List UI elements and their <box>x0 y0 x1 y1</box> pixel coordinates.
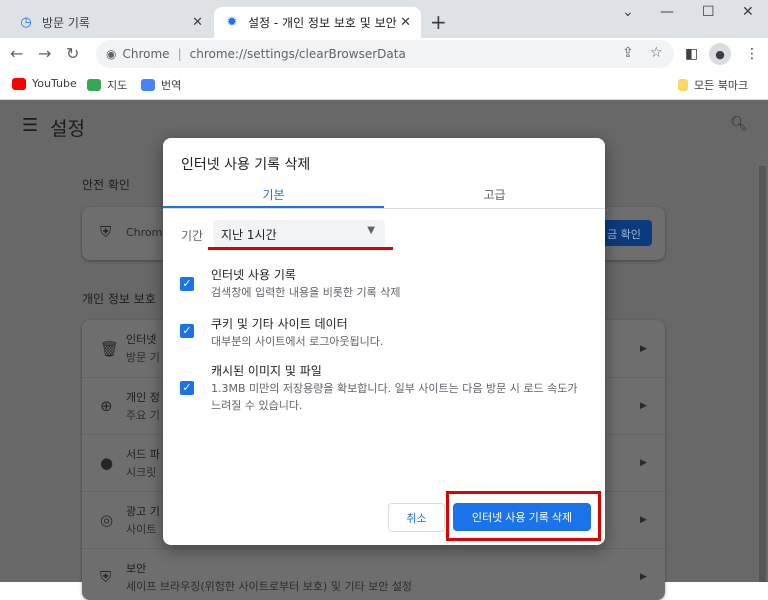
gear-icon: ✹ <box>226 15 238 30</box>
all-bookmarks[interactable]: 모든 북마크 <box>678 77 748 93</box>
shield-check-icon: ⛨ <box>100 223 112 241</box>
tab-label: 설정 - 개인 정보 보호 및 보안 <box>248 16 397 30</box>
bookmark-label: YouTube <box>32 77 77 90</box>
row-title: 광고 기 <box>126 505 160 518</box>
option-subtitle: 대부분의 사이트에서 로그아웃됩니다. <box>211 335 384 348</box>
tab-advanced[interactable]: 고급 <box>384 178 605 208</box>
compass-icon: ⊕ <box>100 397 113 415</box>
ad-privacy-icon: ◎ <box>100 511 114 529</box>
row-subtitle: 시크릿 <box>126 466 157 479</box>
bookmark-maps[interactable]: 지도 <box>87 77 127 93</box>
arrow-right-icon: ▶ <box>640 515 647 525</box>
time-range-value: 지난 1시간 <box>221 228 277 242</box>
arrow-right-icon: ▶ <box>640 401 647 411</box>
chrome-icon: ◉ <box>106 47 117 61</box>
youtube-icon <box>12 77 26 90</box>
time-range-select[interactable]: 지난 1시간 ▼ <box>213 220 385 247</box>
address-bar[interactable]: ◉ Chrome | chrome://settings/clearBrowse… <box>96 40 674 68</box>
bookmarks-bar: YouTube 지도 번역 모든 북마크 <box>0 70 768 100</box>
arrow-right-icon: ▶ <box>640 343 647 354</box>
row-title: 보안 <box>126 562 147 575</box>
tab-basic[interactable]: 기본 <box>163 178 384 208</box>
checkbox-history[interactable]: ✓ <box>180 277 194 291</box>
arrow-right-icon: ▶ <box>640 458 647 468</box>
tab-label: 방문 기록 <box>42 16 90 30</box>
trash-icon: 🗑︎ <box>100 339 120 358</box>
option-title: 캐시된 이미지 및 파일 <box>211 364 322 378</box>
section-title: 개인 정보 보호 <box>82 292 156 306</box>
bookmark-label: 지도 <box>107 79 128 92</box>
back-button[interactable]: ← <box>10 44 23 63</box>
bookmark-label: 모든 북마크 <box>694 79 749 92</box>
checkbox-cache[interactable]: ✓ <box>180 381 194 395</box>
page-title: 설정 <box>50 118 85 140</box>
hamburger-menu-icon[interactable]: ☰ <box>22 115 38 136</box>
section-title: 안전 확인 <box>82 178 130 192</box>
search-icon[interactable]: 🔍︎ <box>730 116 748 132</box>
period-label: 기간 <box>181 229 204 243</box>
tab-search-icon[interactable]: ⌄ <box>622 4 634 20</box>
checkbox-cookies[interactable]: ✓ <box>180 324 194 338</box>
menu-icon[interactable]: ⋮ <box>745 46 759 62</box>
site-label: Chrome <box>122 47 170 61</box>
dialog-tabs: 기본 고급 <box>163 178 605 209</box>
toolbar: ← → ↻ ◉ Chrome | chrome://settings/clear… <box>0 38 768 70</box>
new-tab-button[interactable]: + <box>430 10 447 34</box>
highlight-box <box>446 491 601 541</box>
folder-icon <box>678 79 688 91</box>
tab-strip: ◷ 방문 기록 ✕ ✹ 설정 - 개인 정보 보호 및 보안 ✕ + ⌄ — ☐… <box>0 0 768 38</box>
close-tab-icon[interactable]: ✕ <box>400 15 411 30</box>
settings-row[interactable]: ⛨ 보안세이프 브라우징(위험한 사이트로부터 보호) 및 기타 보안 설정 ▶ <box>82 548 665 600</box>
forward-button[interactable]: → <box>38 44 51 63</box>
dropdown-arrow-icon: ▼ <box>367 225 375 236</box>
row-title: 개인 정 <box>126 391 160 404</box>
bookmark-translate[interactable]: 번역 <box>141 77 181 93</box>
minimize-button[interactable]: — <box>660 4 674 20</box>
cookie-icon: ● <box>100 454 114 472</box>
safety-text: Chrom <box>126 226 163 239</box>
side-panel-icon[interactable]: ◧ <box>685 46 698 62</box>
clear-browsing-data-dialog: 인터넷 사용 기록 삭제 기본 고급 기간 지난 1시간 ▼ ✓ 인터넷 사용 … <box>163 138 605 545</box>
tab-settings[interactable]: ✹ 설정 - 개인 정보 보호 및 보안 ✕ <box>214 7 421 38</box>
divider: | <box>177 47 182 61</box>
url-text[interactable]: chrome://settings/clearBrowserData <box>190 47 406 61</box>
profile-avatar[interactable]: ● <box>709 43 731 65</box>
row-subtitle: 방문 기 <box>126 351 160 364</box>
share-icon[interactable]: ⇪ <box>622 45 634 61</box>
option-subtitle: 검색창에 입력한 내용을 비롯한 기록 삭제 <box>211 286 401 299</box>
bookmark-star-icon[interactable]: ☆ <box>650 45 663 61</box>
row-subtitle: 사이트 <box>126 523 157 536</box>
cancel-button[interactable]: 취소 <box>388 503 445 532</box>
option-title: 쿠키 및 기타 사이트 데이터 <box>211 317 348 331</box>
bookmark-label: 번역 <box>161 79 182 92</box>
close-tab-icon[interactable]: ✕ <box>192 15 203 30</box>
highlight-underline <box>208 247 393 250</box>
tab-history[interactable]: ◷ 방문 기록 ✕ <box>8 7 213 38</box>
reload-button[interactable]: ↻ <box>66 44 79 63</box>
dialog-title: 인터넷 사용 기록 삭제 <box>181 157 311 173</box>
security-shield-icon: ⛨ <box>100 568 112 586</box>
bookmark-youtube[interactable]: YouTube <box>12 77 77 90</box>
option-title: 인터넷 사용 기록 <box>211 268 296 282</box>
row-subtitle: 세이프 브라우징(위험한 사이트로부터 보호) 및 기타 보안 설정 <box>126 580 413 593</box>
close-window-button[interactable]: ✕ <box>742 4 754 20</box>
translate-icon <box>141 79 155 91</box>
row-subtitle: 주요 기 <box>126 409 160 422</box>
option-subtitle: 1.3MB 미만의 저장용량을 확보합니다. 일부 사이트는 다음 방문 시 로… <box>211 382 578 412</box>
row-title: 서드 파 <box>126 448 160 461</box>
scrollbar-thumb[interactable] <box>759 166 766 582</box>
maps-icon <box>87 79 101 91</box>
maximize-button[interactable]: ☐ <box>702 4 715 20</box>
scrollbar[interactable] <box>757 152 768 582</box>
row-title: 인터넷 <box>126 333 157 346</box>
history-icon: ◷ <box>20 15 32 30</box>
arrow-right-icon: ▶ <box>640 572 647 582</box>
